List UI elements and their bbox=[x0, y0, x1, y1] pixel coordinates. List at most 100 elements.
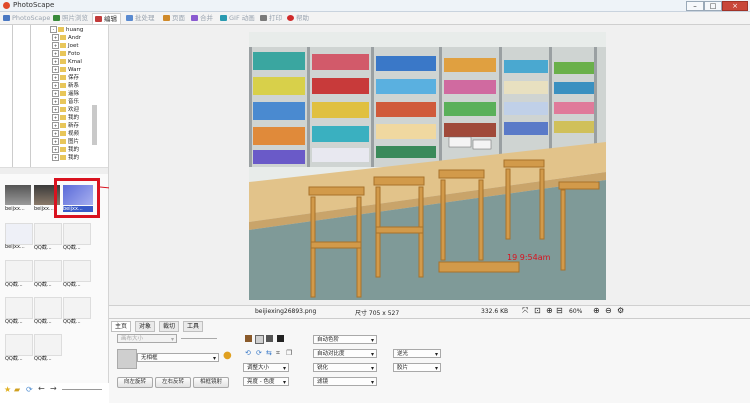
tree-item[interactable]: - huang bbox=[50, 26, 83, 34]
tree-item[interactable]: + 我的 bbox=[52, 154, 79, 162]
zoom-out-icon[interactable]: ⊖ bbox=[605, 306, 612, 315]
zoom-in-icon[interactable]: ⊕ bbox=[593, 306, 600, 315]
tree-item[interactable]: + 我的 bbox=[52, 146, 79, 154]
tab-crop[interactable]: 裁切 bbox=[159, 321, 180, 332]
flip-icon[interactable]: ⇆ bbox=[266, 349, 272, 357]
filter-dropdown[interactable]: 滤镜 bbox=[313, 377, 377, 387]
expand-icon[interactable]: + bbox=[52, 34, 59, 41]
tree-item[interactable]: + 视频 bbox=[52, 130, 79, 138]
frame-style-icon[interactable] bbox=[245, 335, 252, 342]
expand-icon[interactable]: + bbox=[52, 114, 59, 121]
tab-home[interactable]: 主页 bbox=[111, 321, 132, 332]
thumbnail[interactable]: beijxx... bbox=[5, 185, 31, 215]
expand-icon[interactable]: + bbox=[52, 130, 59, 137]
thumbnail[interactable]: QQ截... bbox=[63, 260, 91, 290]
close-button[interactable]: × bbox=[722, 1, 748, 11]
frame-select[interactable]: 无相框 bbox=[137, 353, 219, 363]
expand-icon[interactable]: + bbox=[52, 106, 59, 113]
tree-item[interactable]: + 新系 bbox=[52, 82, 79, 90]
expand-icon[interactable]: + bbox=[52, 154, 59, 161]
forward-icon[interactable]: → bbox=[50, 384, 57, 393]
thumbnail[interactable]: QQ截... bbox=[5, 260, 33, 290]
rotate-button[interactable]: 向左旋转 bbox=[117, 377, 153, 388]
expand-icon[interactable]: + bbox=[52, 122, 59, 129]
zoom-select-icon[interactable]: ⊟ bbox=[556, 306, 563, 315]
frame-style-icon[interactable] bbox=[255, 335, 264, 344]
rotate-left-icon[interactable]: ⟲ bbox=[245, 349, 251, 357]
mirror-button[interactable]: 相框镜射 bbox=[193, 377, 229, 388]
horizontal-scrollbar[interactable] bbox=[0, 167, 108, 174]
tree-item[interactable]: + Foto bbox=[52, 50, 80, 58]
frame-slider[interactable] bbox=[181, 338, 217, 339]
auto-contrast-button[interactable]: 自动对比度 bbox=[313, 349, 377, 359]
brightness-dropdown[interactable]: 亮度 - 色度 bbox=[243, 377, 289, 387]
rotate-right-icon[interactable]: ⟳ bbox=[256, 349, 262, 357]
tree-item[interactable]: + 欢迎 bbox=[52, 106, 79, 114]
flip-button[interactable]: 左右反转 bbox=[155, 377, 191, 388]
refresh-icon[interactable]: ⟳ bbox=[26, 385, 33, 394]
copy-icon[interactable]: ❐ bbox=[286, 349, 292, 357]
favorite-icon[interactable]: ● bbox=[223, 350, 232, 361]
thumbnail[interactable]: QQ截... bbox=[63, 297, 91, 327]
star-icon[interactable]: ★ bbox=[4, 385, 11, 394]
tree-item[interactable]: + 新存 bbox=[52, 122, 79, 130]
image-canvas[interactable]: 19 9:54am bbox=[109, 25, 750, 305]
tree-item[interactable]: + 图片 bbox=[52, 138, 79, 146]
tab-object[interactable]: 对象 bbox=[135, 321, 156, 332]
tab-tools[interactable]: 工具 bbox=[183, 321, 204, 332]
frame-style-icon[interactable] bbox=[277, 335, 284, 342]
back-icon[interactable]: ← bbox=[38, 384, 45, 393]
expand-icon[interactable]: + bbox=[52, 146, 59, 153]
tree-item[interactable]: + 音乐 bbox=[52, 98, 79, 106]
expand-icon[interactable]: + bbox=[52, 50, 59, 57]
expand-icon[interactable]: - bbox=[50, 26, 57, 33]
tree-item[interactable]: + 我的 bbox=[52, 114, 79, 122]
thumbnail[interactable]: QQ截... bbox=[63, 223, 91, 253]
tab-photoscape[interactable]: PhotoScape bbox=[1, 13, 53, 23]
folder-icon[interactable]: ▰ bbox=[14, 385, 20, 394]
canvas-size-field[interactable]: 画布大小 bbox=[117, 334, 177, 344]
size-slider[interactable] bbox=[62, 389, 102, 390]
maximize-button[interactable]: □ bbox=[704, 1, 722, 11]
expand-icon[interactable]: + bbox=[52, 58, 59, 65]
expand-icon[interactable]: + bbox=[52, 98, 59, 105]
tab-combine[interactable]: 合并 bbox=[189, 13, 216, 23]
tree-item[interactable]: + Andr bbox=[52, 34, 81, 42]
film-dropdown[interactable]: 胶片 bbox=[393, 363, 441, 373]
tab-help[interactable]: 帮助 bbox=[285, 13, 312, 23]
crop-icon[interactable]: ⌗ bbox=[276, 349, 280, 358]
tab-viewer[interactable]: 照片浏览 bbox=[51, 13, 91, 23]
tree-item[interactable]: + Warr bbox=[52, 66, 81, 74]
tree-item[interactable]: + Joet bbox=[52, 42, 79, 50]
original-size-icon[interactable]: ⊡ bbox=[534, 306, 541, 315]
thumbnail[interactable]: QQ截... bbox=[34, 223, 62, 253]
tree-item[interactable]: + 遥除 bbox=[52, 90, 79, 98]
tab-print[interactable]: 打印 bbox=[258, 13, 285, 23]
expand-icon[interactable]: + bbox=[52, 66, 59, 73]
expand-icon[interactable]: + bbox=[52, 42, 59, 49]
sharpen-dropdown[interactable]: 锐化 bbox=[313, 363, 377, 373]
thumbnail[interactable]: QQ截... bbox=[34, 334, 62, 364]
settings-icon[interactable]: ⚙ bbox=[617, 306, 624, 315]
fit-icon[interactable]: ⤧ bbox=[522, 306, 528, 316]
tab-page[interactable]: 页面 bbox=[161, 13, 188, 23]
tab-editor[interactable]: 编辑 bbox=[92, 13, 121, 24]
thumbnail[interactable]: QQ截... bbox=[34, 260, 62, 290]
tab-batch[interactable]: 批处理 bbox=[124, 13, 158, 23]
thumbnail[interactable]: QQ截... bbox=[5, 334, 33, 364]
tree-item[interactable]: + Kmal bbox=[52, 58, 82, 66]
expand-icon[interactable]: + bbox=[52, 138, 59, 145]
zoom-fit-icon[interactable]: ⊕ bbox=[546, 306, 553, 315]
frame-style-icon[interactable] bbox=[266, 335, 273, 342]
thumbnail[interactable]: beijxx... bbox=[5, 223, 33, 253]
auto-level-button[interactable]: 自动色阶 bbox=[313, 335, 377, 345]
folder-tree[interactable]: - huang + Andr + Joet + Foto + Kmal + Warr + 保存… bbox=[0, 25, 108, 174]
thumbnail[interactable]: QQ截... bbox=[34, 297, 62, 327]
backlight-dropdown[interactable]: 逆光 bbox=[393, 349, 441, 359]
resize-dropdown[interactable]: 调整大小 bbox=[243, 363, 289, 373]
tree-scrollbar[interactable] bbox=[92, 105, 97, 145]
tree-item[interactable]: + 保存 bbox=[52, 74, 79, 82]
tab-gif[interactable]: GIF 动画 bbox=[218, 13, 258, 23]
expand-icon[interactable]: + bbox=[52, 74, 59, 81]
expand-icon[interactable]: + bbox=[52, 90, 59, 97]
